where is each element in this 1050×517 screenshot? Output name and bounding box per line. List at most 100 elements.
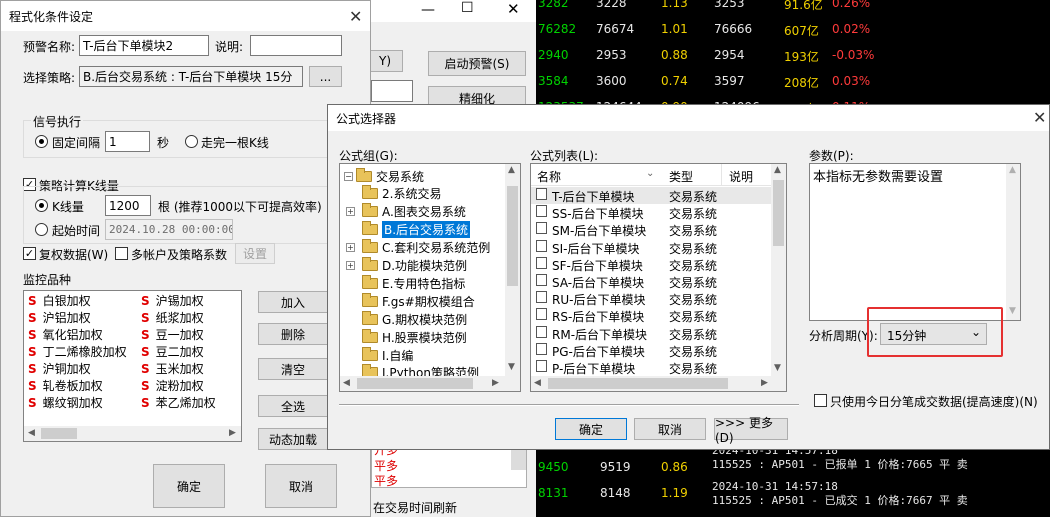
- monitor-list[interactable]: S 白银加权 S 沪铝加权 S 氧化铝加权 S 丁二烯橡胶加权 S 沪铜加权 S 轧卷板加权 S 螺纹钢加…: [23, 290, 242, 442]
- list-item[interactable]: S 沪铝加权: [28, 309, 91, 326]
- tree-hscrollbar[interactable]: ◀ ▶: [340, 376, 520, 391]
- list-hscrollbar[interactable]: ◀ ▶: [531, 376, 786, 391]
- param-box[interactable]: 本指标无参数需要设置 ▲ ▼: [809, 163, 1021, 321]
- bar-count-label[interactable]: K线量: [52, 198, 84, 215]
- quote-row[interactable]: 3282 3228 1.13 3253 91.6亿 0.26%: [536, 0, 1050, 16]
- ok-button[interactable]: 确定: [153, 464, 225, 508]
- scroll-down-icon[interactable]: ▼: [774, 363, 781, 373]
- list-item[interactable]: S 氧化铝加权: [28, 326, 103, 343]
- multi-account-checkbox[interactable]: [115, 247, 128, 260]
- interval-input[interactable]: 1: [105, 131, 150, 152]
- formula-ok-button[interactable]: 确定: [555, 418, 627, 440]
- formula-row[interactable]: SI-后台下单模块 交易系统: [531, 239, 773, 256]
- cancel-button[interactable]: 取消: [265, 464, 337, 508]
- dynamic-load-button[interactable]: 动态加载: [258, 428, 328, 450]
- list-vscrollbar[interactable]: ▲ ▼: [771, 164, 786, 377]
- browse-strategy-button[interactable]: ...: [309, 66, 342, 87]
- scroll-down-icon[interactable]: ▼: [508, 362, 515, 372]
- formula-row[interactable]: RM-后台下单模块 交易系统: [531, 325, 773, 342]
- col-name-header[interactable]: 名称: [537, 168, 561, 185]
- adjust-checkbox[interactable]: ✓: [23, 247, 36, 260]
- formula-row[interactable]: P-后台下单模块 交易系统: [531, 359, 773, 376]
- col-desc-header[interactable]: 说明: [729, 168, 753, 185]
- formula-row[interactable]: T-后台下单模块 交易系统: [531, 187, 773, 204]
- scroll-thumb[interactable]: [507, 186, 518, 286]
- expand-icon[interactable]: +: [346, 243, 355, 253]
- today-only-checkbox[interactable]: [814, 394, 827, 407]
- list-item[interactable]: S 纸浆加权: [141, 309, 204, 326]
- scroll-up-icon[interactable]: ▲: [774, 165, 781, 175]
- tree-vscrollbar[interactable]: ▲ ▼: [505, 164, 520, 376]
- scroll-thumb[interactable]: [41, 428, 77, 439]
- scroll-down-icon[interactable]: ▼: [1009, 306, 1016, 316]
- scroll-right-icon[interactable]: ▶: [492, 378, 499, 388]
- after-bar-radio[interactable]: [185, 135, 198, 148]
- select-all-button[interactable]: 全选: [258, 395, 328, 417]
- today-only-label[interactable]: 只使用今日分笔成交数据(提高速度)(N): [830, 393, 1038, 410]
- multi-account-label[interactable]: 多帐户及策略系数: [131, 246, 227, 263]
- scroll-up-icon[interactable]: ▲: [1009, 165, 1016, 175]
- formula-list[interactable]: 名称 ⌄ 类型 说明 T-后台下单模块 交易系统 SS-后台下单模块 交易系统 SM-后…: [530, 163, 787, 392]
- scroll-thumb[interactable]: [548, 378, 728, 389]
- scroll-right-icon[interactable]: ▶: [761, 378, 768, 388]
- tree-node[interactable]: B.后台交易系统: [362, 221, 471, 239]
- expand-icon[interactable]: +: [346, 261, 355, 270]
- list-item[interactable]: S 豆二加权: [141, 343, 204, 360]
- list-item[interactable]: S 淀粉加权: [141, 377, 204, 394]
- tree-node[interactable]: H.股票模块范例: [362, 328, 467, 346]
- formula-row[interactable]: RU-后台下单模块 交易系统: [531, 290, 773, 307]
- after-bar-label[interactable]: 走完一根K线: [201, 134, 269, 151]
- tree-node[interactable]: I.自编: [362, 346, 413, 364]
- adjust-label[interactable]: 复权数据(W): [39, 246, 108, 263]
- scroll-right-icon[interactable]: ▶: [229, 428, 236, 438]
- list-scrollbar[interactable]: [511, 450, 526, 470]
- formula-cancel-button[interactable]: 取消: [634, 418, 706, 440]
- scroll-left-icon[interactable]: ◀: [534, 378, 541, 388]
- formula-row[interactable]: SA-后台下单模块 交易系统: [531, 273, 773, 290]
- close-icon[interactable]: ✕: [507, 0, 520, 18]
- description-input[interactable]: [250, 35, 342, 56]
- list-item[interactable]: S 豆一加权: [141, 326, 204, 343]
- quote-row[interactable]: 3584 3600 0.74 3597 208亿 0.03%: [536, 70, 1050, 94]
- tree-node[interactable]: + A.图表交易系统: [346, 203, 466, 221]
- clear-button[interactable]: 清空: [258, 358, 328, 380]
- bar-count-radio[interactable]: [35, 199, 48, 212]
- bar-count-input[interactable]: 1200: [105, 195, 151, 216]
- scroll-left-icon[interactable]: ◀: [28, 428, 35, 438]
- add-button[interactable]: 加入: [258, 291, 328, 313]
- formula-group-tree[interactable]: − 交易系统 2.系统交易 + A.图表交易系统 B.后台交易系统 + C.套利交易系统范例 +…: [339, 163, 521, 392]
- param-vscrollbar[interactable]: ▲ ▼: [1006, 164, 1020, 320]
- formula-row[interactable]: RS-后台下单模块 交易系统: [531, 307, 773, 324]
- col-type-header[interactable]: 类型: [669, 168, 693, 185]
- tree-node[interactable]: G.期权模块范例: [362, 310, 467, 328]
- scroll-left-icon[interactable]: ◀: [343, 378, 350, 388]
- tree-node[interactable]: E.专用特色指标: [362, 274, 465, 292]
- quote-row[interactable]: 76282 76674 1.01 76666 607亿 0.02%: [536, 18, 1050, 42]
- mid-field[interactable]: [371, 80, 413, 102]
- close-icon[interactable]: ✕: [349, 7, 362, 26]
- scroll-up-icon[interactable]: ▲: [508, 165, 515, 175]
- formula-row[interactable]: PG-后台下单模块 交易系统: [531, 342, 773, 359]
- list-item[interactable]: S 苯乙烯加权: [141, 394, 216, 411]
- hotkey-button[interactable]: Y): [367, 50, 403, 72]
- tree-node[interactable]: − 交易系统: [344, 167, 424, 185]
- maximize-icon[interactable]: ☐: [461, 0, 474, 16]
- list-item[interactable]: S 轧卷板加权: [28, 377, 103, 394]
- list-item[interactable]: S 沪铜加权: [28, 360, 91, 377]
- list-item[interactable]: S 丁二烯橡胶加权: [28, 343, 127, 360]
- collapse-icon[interactable]: −: [344, 171, 353, 181]
- tree-node[interactable]: + C.套利交易系统范例: [346, 239, 490, 257]
- list-item[interactable]: S 玉米加权: [141, 360, 204, 377]
- list-item[interactable]: S 白银加权: [28, 292, 91, 309]
- expand-icon[interactable]: +: [346, 207, 355, 217]
- scroll-thumb[interactable]: [357, 378, 473, 389]
- delete-button[interactable]: 删除: [258, 323, 328, 345]
- start-alert-button[interactable]: 启动预警(S): [428, 51, 526, 76]
- tree-node[interactable]: 2.系统交易: [362, 185, 441, 203]
- tree-node[interactable]: F.gs#期权模组合: [362, 292, 475, 310]
- start-time-label[interactable]: 起始时间: [52, 222, 100, 239]
- quote-row[interactable]: 9450 9519 0.86: [536, 456, 706, 480]
- list-item[interactable]: S 螺纹钢加权: [28, 394, 103, 411]
- tree-node[interactable]: + D.功能模块范例: [346, 257, 467, 275]
- more-button[interactable]: >>> 更多(D): [714, 416, 788, 445]
